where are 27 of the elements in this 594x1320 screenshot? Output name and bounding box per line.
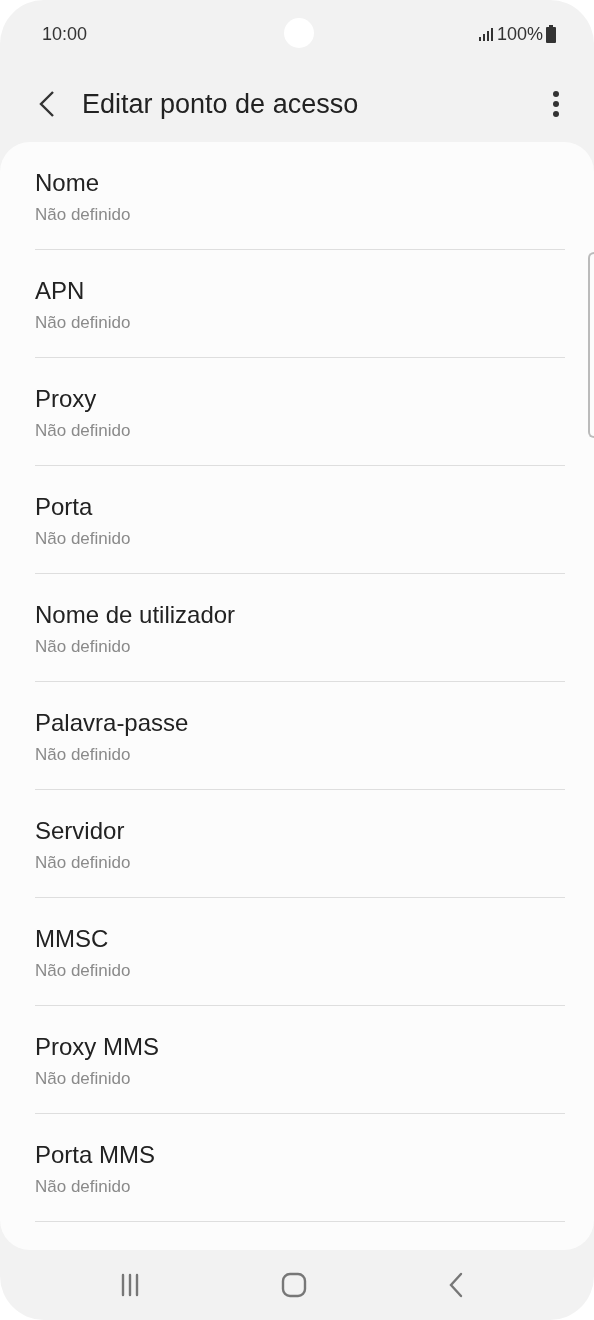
setting-value: Não definido bbox=[35, 636, 131, 657]
setting-label[interactable]: Porta bbox=[35, 492, 93, 521]
setting-value: Não definido bbox=[35, 204, 131, 225]
page-title: Editar ponto de acesso bbox=[82, 88, 360, 120]
setting-label[interactable]: Proxy bbox=[35, 384, 97, 413]
setting-label[interactable]: Servidor bbox=[35, 816, 125, 845]
setting-value: Não definido bbox=[35, 312, 131, 333]
signal-icon bbox=[477, 27, 494, 41]
more-options-icon[interactable] bbox=[552, 90, 560, 118]
setting-label[interactable]: Nome bbox=[35, 168, 100, 197]
setting-value: Não definido bbox=[35, 1068, 131, 1089]
setting-label[interactable]: MMSC bbox=[35, 924, 109, 953]
setting-value: Não definido bbox=[35, 528, 131, 549]
setting-value: Não definido bbox=[35, 1176, 131, 1197]
setting-value: Não definido bbox=[35, 960, 131, 981]
setting-label[interactable]: Proxy MMS bbox=[35, 1032, 159, 1061]
status-time: 10:00 bbox=[42, 23, 88, 45]
battery-icon bbox=[546, 25, 556, 43]
setting-value: Não definido bbox=[35, 744, 131, 765]
setting-value: Não definido bbox=[35, 420, 131, 441]
setting-label[interactable]: Palavra-passe bbox=[35, 708, 189, 737]
setting-label[interactable]: APN bbox=[35, 276, 85, 305]
setting-value: Não definido bbox=[35, 852, 131, 873]
setting-label[interactable]: Porta MMS bbox=[35, 1140, 156, 1169]
battery-percent: 100% bbox=[496, 23, 543, 45]
setting-label[interactable]: Nome de utilizador bbox=[35, 600, 236, 629]
scroll-bar[interactable] bbox=[588, 252, 594, 438]
